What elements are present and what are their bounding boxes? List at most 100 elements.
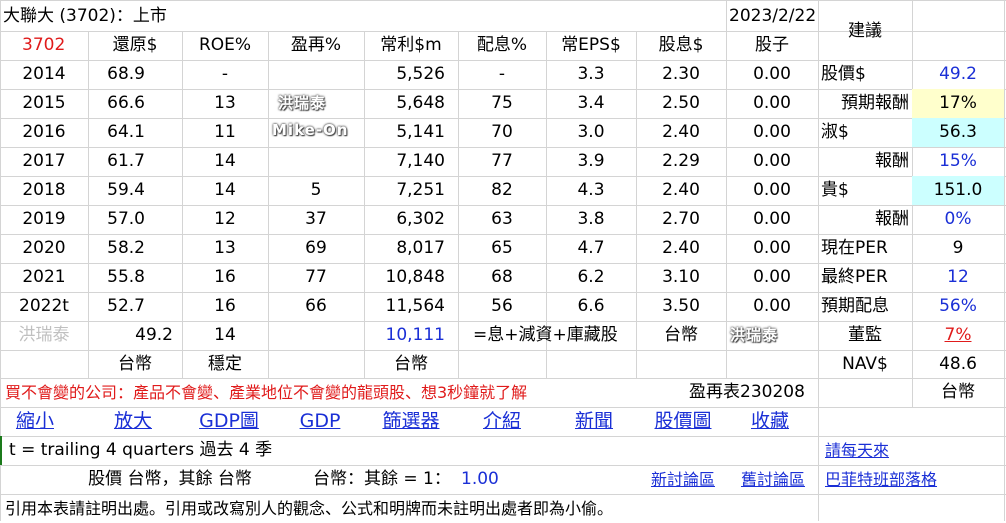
row-roe: 13 xyxy=(214,93,236,113)
nav-value: 48.6 xyxy=(939,354,977,374)
currency-label: 台幣 xyxy=(664,325,698,345)
buffett-blog-link[interactable]: 巴菲特班部落格 xyxy=(822,465,1002,494)
news-link[interactable]: 新聞 xyxy=(556,407,632,436)
row-roe: 13 xyxy=(214,238,236,258)
row-stock-dividend: 0.00 xyxy=(753,122,791,142)
profit-note: =息+減資+庫藏股 xyxy=(473,325,618,345)
row-payout: 56 xyxy=(491,296,513,316)
stable-label: 穩定 xyxy=(208,354,242,374)
row-roe: 14 xyxy=(214,180,236,200)
row-dividend: 2.40 xyxy=(662,122,700,142)
row-reinvest: 66 xyxy=(305,296,327,316)
row-profit: 5,648 xyxy=(396,93,445,113)
row-year: 2020 xyxy=(22,238,66,258)
nav-currency: 台幣 xyxy=(941,382,975,402)
row-payout: 63 xyxy=(491,209,513,229)
col-stock-dividend: 股子 xyxy=(755,35,789,55)
old-forum-link[interactable]: 舊討論區 xyxy=(728,465,818,494)
current-per-label: 現在PER xyxy=(821,238,888,258)
expected-return-label: 預期報酬 xyxy=(841,93,909,113)
table-version: 盈再表230208 xyxy=(689,382,805,402)
row-year: 2022t xyxy=(19,296,69,316)
row-restored: 66.6 xyxy=(107,93,145,113)
current-per-value: 9 xyxy=(952,238,964,258)
gdp-link[interactable]: GDP xyxy=(280,407,360,436)
fx-label: 台幣：其餘 = 1： xyxy=(313,469,451,489)
row-restored: 52.7 xyxy=(107,296,145,316)
row-payout: 68 xyxy=(491,267,513,287)
col-payout: 配息% xyxy=(476,35,528,55)
price-label: 股價$ xyxy=(821,64,866,84)
expected-payout-label: 預期配息 xyxy=(821,296,889,316)
report-date: 2023/2/22 xyxy=(729,6,817,26)
col-restored: 還原$ xyxy=(112,35,158,55)
row-restored: 58.2 xyxy=(107,238,145,258)
row-year: 2015 xyxy=(22,93,66,113)
row-reinvest: 69 xyxy=(305,238,327,258)
row-restored: 68.9 xyxy=(107,64,145,84)
banner-text: 買不會變的公司：產品不會變、產業地位不會變的龍頭股、想3秒鐘就了解 xyxy=(5,383,528,402)
suggestion-label: 建議 xyxy=(848,21,882,41)
row-eps: 3.3 xyxy=(577,64,605,84)
col-eps: 常EPS$ xyxy=(561,35,621,55)
expected-payout-value: 56% xyxy=(939,296,977,316)
trailing-note: t = trailing 4 quarters 過去 4 季 xyxy=(9,440,273,460)
row-year: 2019 xyxy=(22,209,66,229)
row-year: 2017 xyxy=(22,151,66,171)
daily-visit-link[interactable]: 請每天來 xyxy=(822,436,1002,465)
zoom-in-link[interactable]: 放大 xyxy=(96,407,170,436)
intro-link[interactable]: 介紹 xyxy=(464,407,540,436)
row-profit: 5,526 xyxy=(396,64,445,84)
row-restored: 57.0 xyxy=(107,209,145,229)
row-eps: 6.2 xyxy=(577,267,605,287)
row-stock-dividend: 0.00 xyxy=(753,93,791,113)
row-profit: 10,848 xyxy=(385,267,445,287)
row-restored: 59.4 xyxy=(107,180,145,200)
row-stock-dividend: 0.00 xyxy=(753,238,791,258)
row-dividend: 3.50 xyxy=(662,296,700,316)
row-eps: 4.3 xyxy=(577,180,605,200)
gdp-chart-link[interactable]: GDP圖 xyxy=(186,407,272,436)
row-year: 2014 xyxy=(22,64,66,84)
row-stock-dividend: 0.00 xyxy=(753,64,791,84)
row-payout: 65 xyxy=(491,238,513,258)
row-reinvest: 37 xyxy=(305,209,327,229)
zoom-out-link[interactable]: 縮小 xyxy=(0,407,70,436)
row-roe: 12 xyxy=(214,209,236,229)
row-reinvest xyxy=(268,147,364,176)
row-eps: 3.0 xyxy=(577,122,605,142)
row-payout: 77 xyxy=(491,151,513,171)
row-dividend: 3.10 xyxy=(662,267,700,287)
row-reinvest: 5 xyxy=(310,180,322,200)
company-title: 大聯大 (3702)：上市 xyxy=(3,6,167,26)
row-profit: 5,141 xyxy=(396,122,445,142)
footer-notice: 引用本表請註明出處。引用或改寫別人的觀念、公式和明牌而未註明出處者即為小偷。 xyxy=(5,499,614,518)
col-roe: ROE% xyxy=(198,35,252,55)
expensive-price-label: 貴$ xyxy=(821,180,849,200)
row-eps: 3.9 xyxy=(577,151,605,171)
row-eps: 3.8 xyxy=(577,209,605,229)
row-year: 2021 xyxy=(22,267,66,287)
row-eps: 4.7 xyxy=(577,238,605,258)
screener-link[interactable]: 篩選器 xyxy=(370,407,452,436)
stock-sheet: 大聯大 (3702)：上市 2023/2/22 建議 3702 還原$ ROE%… xyxy=(0,0,1006,521)
expensive-price-value: 151.0 xyxy=(912,176,1004,205)
currency-line: 股價 台幣，其餘 台幣 xyxy=(88,469,252,489)
fair-price-label: 淑$ xyxy=(821,122,849,142)
favorite-link[interactable]: 收藏 xyxy=(732,407,808,436)
new-forum-link[interactable]: 新討論區 xyxy=(640,465,726,494)
row-roe: - xyxy=(221,64,229,84)
row-restored: 61.7 xyxy=(107,151,145,171)
row-roe: 14 xyxy=(214,151,236,171)
fair-return-value: 15% xyxy=(939,151,977,171)
expensive-return-label: 報酬 xyxy=(875,209,909,229)
final-per-label: 最終PER xyxy=(821,267,888,287)
row-profit: 7,140 xyxy=(396,151,445,171)
row-payout: 75 xyxy=(491,93,513,113)
price-chart-link[interactable]: 股價圖 xyxy=(640,407,726,436)
row-profit: 7,251 xyxy=(396,180,445,200)
directors-value[interactable]: 7% xyxy=(912,321,1004,350)
selected-cell-marker xyxy=(0,436,2,465)
row-reinvest xyxy=(268,60,364,89)
watermark-name: 洪瑞泰 xyxy=(730,326,779,344)
